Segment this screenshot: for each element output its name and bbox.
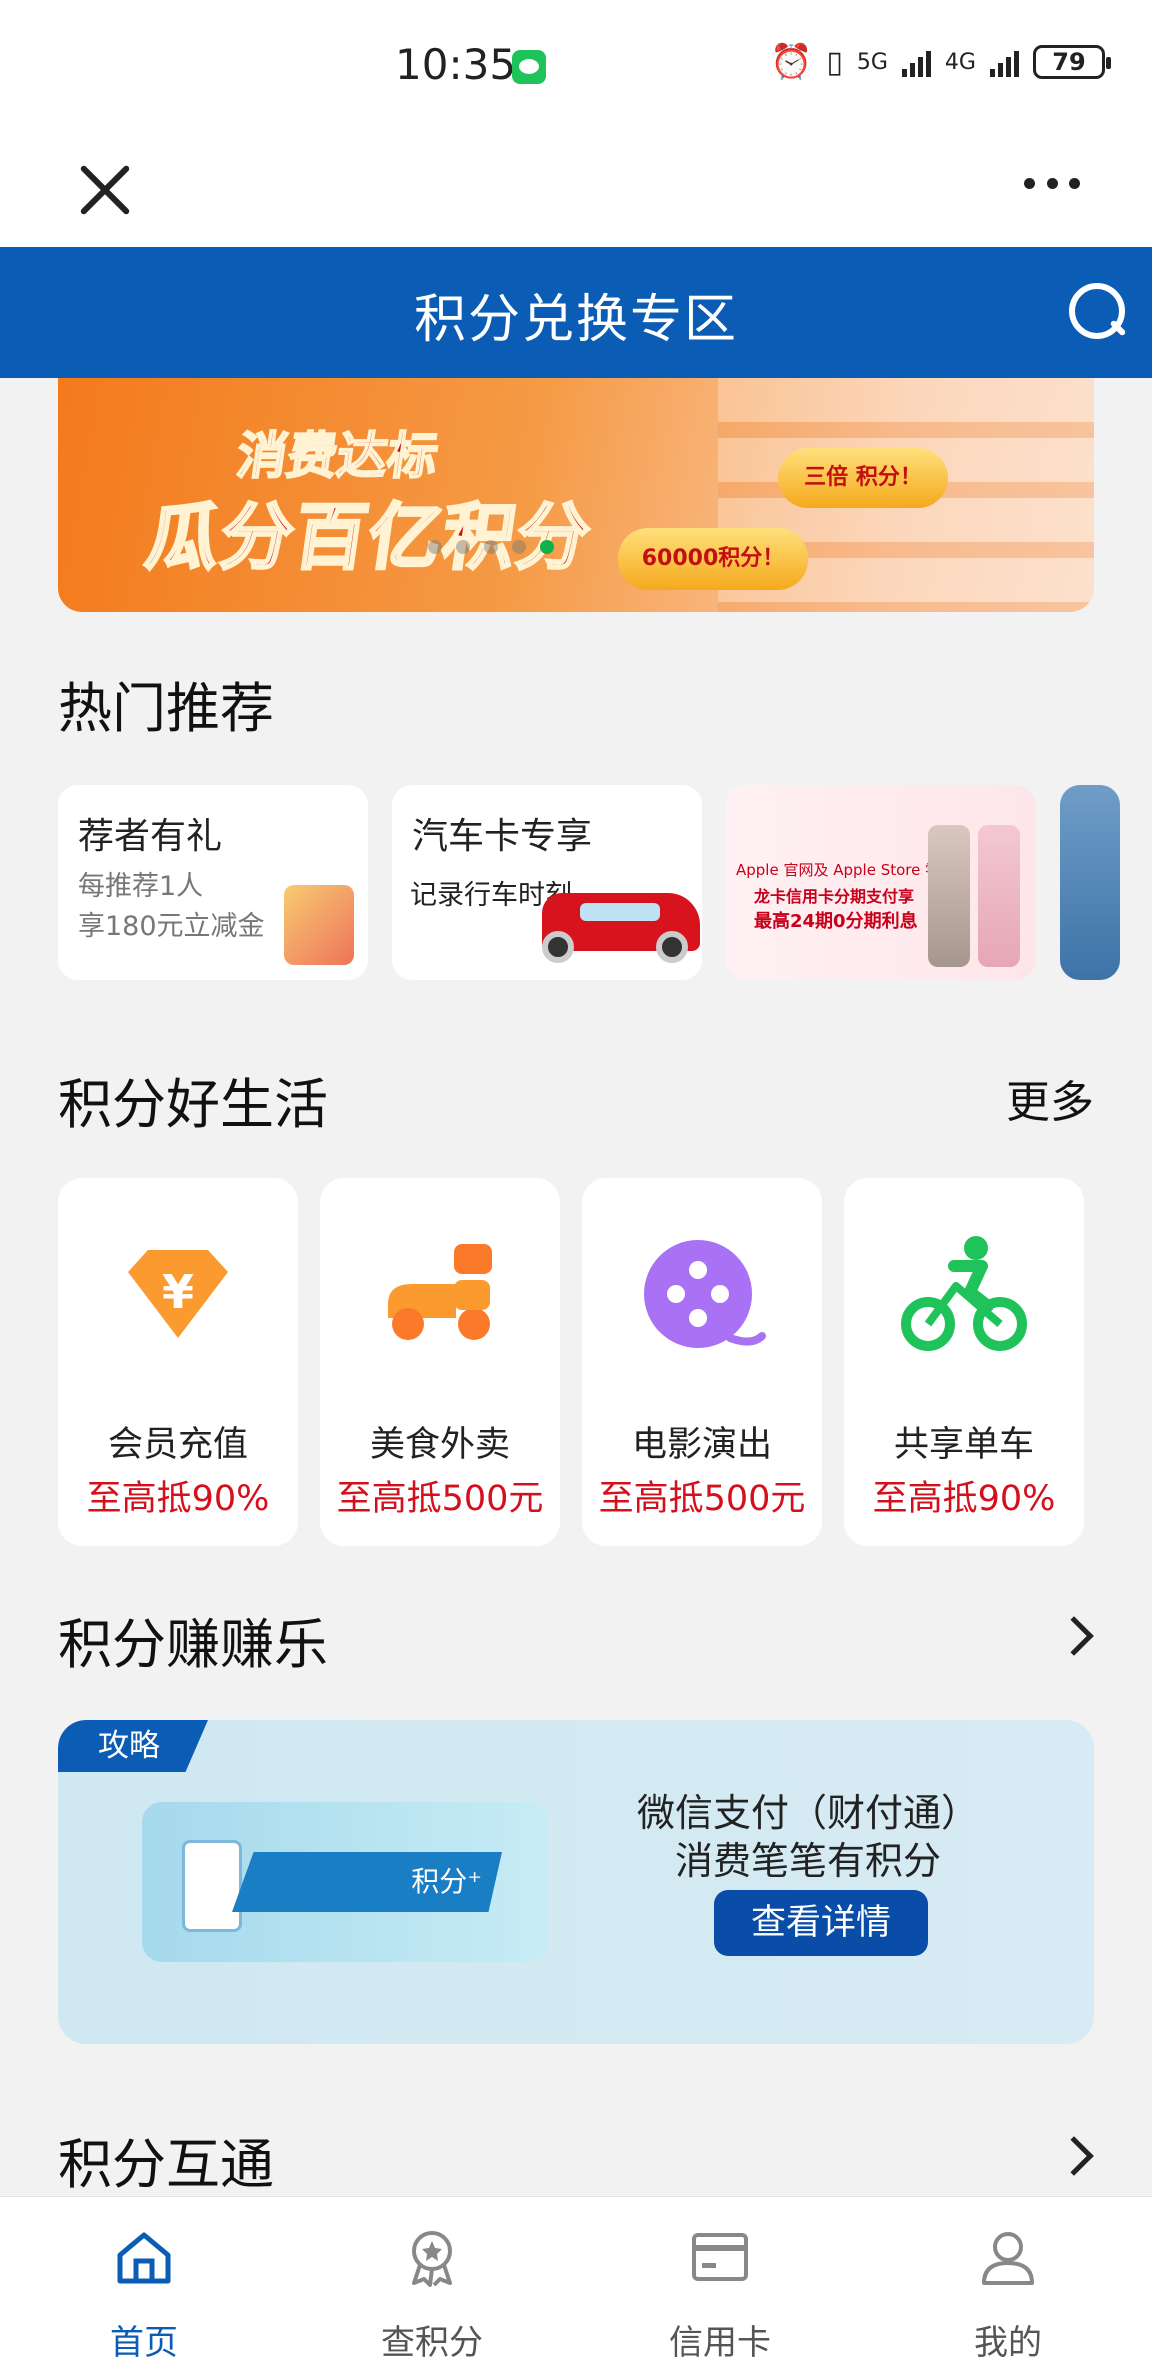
home-icon: [117, 2232, 171, 2284]
hot-card-title: 汽车卡专享: [412, 816, 593, 857]
svg-text:¥: ¥: [162, 1265, 194, 1319]
network-4g-label: 4G: [944, 49, 976, 75]
hot-card-sub2: 享180元立减金: [78, 911, 265, 942]
life-more-link[interactable]: 更多: [1006, 1066, 1094, 1130]
hot-card-title: 荐者有礼: [78, 816, 223, 857]
signal-icon-2: [989, 47, 1019, 77]
vibrate-icon: ▯: [826, 44, 843, 80]
life-item-discount: 至高抵500元: [598, 1479, 806, 1519]
banner-pagination: [428, 540, 554, 554]
tab-label: 查积分: [381, 2323, 483, 2363]
user-icon: [982, 2232, 1034, 2285]
hot-card-car[interactable]: 汽车卡专享 记录行车时刻: [392, 785, 702, 980]
app-screen: 10:35 ⏰ ▯ 5G 4G 79 积分兑换专区 消费达标 瓜分百亿积分 三倍…: [0, 0, 1152, 2376]
tab-label: 信用卡: [669, 2323, 771, 2363]
banner-line2: 瓜分百亿积分: [140, 494, 599, 581]
car-wheel: [656, 931, 688, 963]
life-item-food[interactable]: 美食外卖 至高抵500元: [320, 1178, 560, 1546]
life-item-name: 美食外卖: [369, 1425, 510, 1465]
hot-card-apple[interactable]: Apple 官网及 Apple Store 零售店 龙卡信用卡分期支付享 最高2…: [726, 785, 1036, 980]
hot-card-partial[interactable]: [1060, 785, 1120, 980]
network-5g-label: 5G: [856, 49, 888, 75]
nav-bar: [0, 120, 1152, 247]
life-item-name: 共享单车: [893, 1425, 1034, 1465]
life-section-title: 积分好生活: [58, 1073, 328, 1136]
life-item-discount: 至高抵500元: [336, 1479, 544, 1519]
bicycle-icon: [901, 1236, 1027, 1351]
wechat-icon: [512, 50, 546, 84]
tab-points[interactable]: 查积分: [288, 2197, 576, 2376]
search-icon[interactable]: [1065, 279, 1127, 341]
promo-line2: 消费笔笔有积分: [674, 1839, 941, 1883]
guide-badge: 攻略: [58, 1720, 208, 1772]
alarm-icon: ⏰: [770, 42, 813, 82]
status-time: 10:35: [395, 40, 517, 89]
earn-section-title: 积分赚赚乐: [58, 1613, 328, 1676]
life-item-bike[interactable]: 共享单车 至高抵90%: [844, 1178, 1084, 1546]
title-bar: 积分兑换专区: [0, 247, 1152, 378]
page-title: 积分兑换专区: [413, 290, 738, 350]
life-item-discount: 至高抵90%: [86, 1479, 270, 1519]
banner-tag2: 60000积分！: [618, 528, 808, 590]
phone-card-illustration: [182, 1840, 242, 1932]
life-item-name: 电影演出: [631, 1425, 772, 1465]
car-wheel: [542, 931, 574, 963]
banner-tag1: 三倍 积分！: [778, 448, 948, 508]
battery-indicator: 79: [1032, 45, 1111, 79]
award-icon: [412, 2231, 452, 2287]
promo-image-text: 积分⁺: [232, 1852, 502, 1912]
phone-illustration: [978, 825, 1020, 967]
tab-home[interactable]: 首页: [0, 2197, 288, 2376]
chevron-right-icon[interactable]: [1054, 1616, 1094, 1656]
status-bar: 10:35 ⏰ ▯ 5G 4G 79: [0, 0, 1152, 120]
scooter-icon: [388, 1244, 492, 1340]
yuan-diamond-icon: ¥: [128, 1250, 228, 1338]
hot-section-title: 热门推荐: [58, 677, 274, 740]
apple-line2: 龙卡信用卡分期支付享: [754, 887, 915, 906]
film-reel-icon: [644, 1240, 766, 1348]
tab-mine[interactable]: 我的: [864, 2197, 1152, 2376]
hot-card-referral[interactable]: 荐者有礼 每推荐1人 享180元立减金: [58, 785, 368, 980]
tab-label: 我的: [974, 2323, 1042, 2363]
status-indicators: ⏰ ▯ 5G 4G 79: [770, 42, 1111, 82]
earn-promo-card[interactable]: 攻略 积分⁺ 微信支付（财付通） 消费笔笔有积分 查看详情: [58, 1720, 1094, 2044]
life-item-membership[interactable]: ¥ 会员充值 至高抵90%: [58, 1178, 298, 1546]
promo-banner[interactable]: 消费达标 瓜分百亿积分 三倍 积分！ 60000积分！: [58, 378, 1094, 612]
chevron-right-icon[interactable]: [1054, 2136, 1094, 2176]
promo-image: 积分⁺: [142, 1802, 548, 1962]
life-item-movie[interactable]: 电影演出 至高抵500元: [582, 1178, 822, 1546]
phone-illustration: [928, 825, 970, 967]
view-details-button[interactable]: 查看详情: [714, 1890, 928, 1956]
signal-icon: [901, 47, 931, 77]
hot-card-sub1: 每推荐1人: [78, 871, 204, 902]
more-icon[interactable]: [1024, 178, 1080, 190]
apple-line3: 最高24期0分期利息: [754, 911, 918, 932]
promo-line1: 微信支付（财付通）: [636, 1791, 979, 1835]
gift-illustration: [284, 885, 354, 965]
bottom-tab-bar: 首页 查积分 信用卡 我的: [0, 2196, 1152, 2376]
hot-card-sub: 每推荐1人 享180元立减金: [78, 867, 265, 947]
card-icon: [692, 2233, 748, 2281]
life-item-name: 会员充值: [107, 1425, 248, 1465]
tab-credit-card[interactable]: 信用卡: [576, 2197, 864, 2376]
exchange-section-title: 积分互通: [58, 2133, 274, 2196]
life-item-discount: 至高抵90%: [872, 1479, 1056, 1519]
tab-label: 首页: [110, 2323, 178, 2363]
close-icon[interactable]: [70, 155, 140, 225]
